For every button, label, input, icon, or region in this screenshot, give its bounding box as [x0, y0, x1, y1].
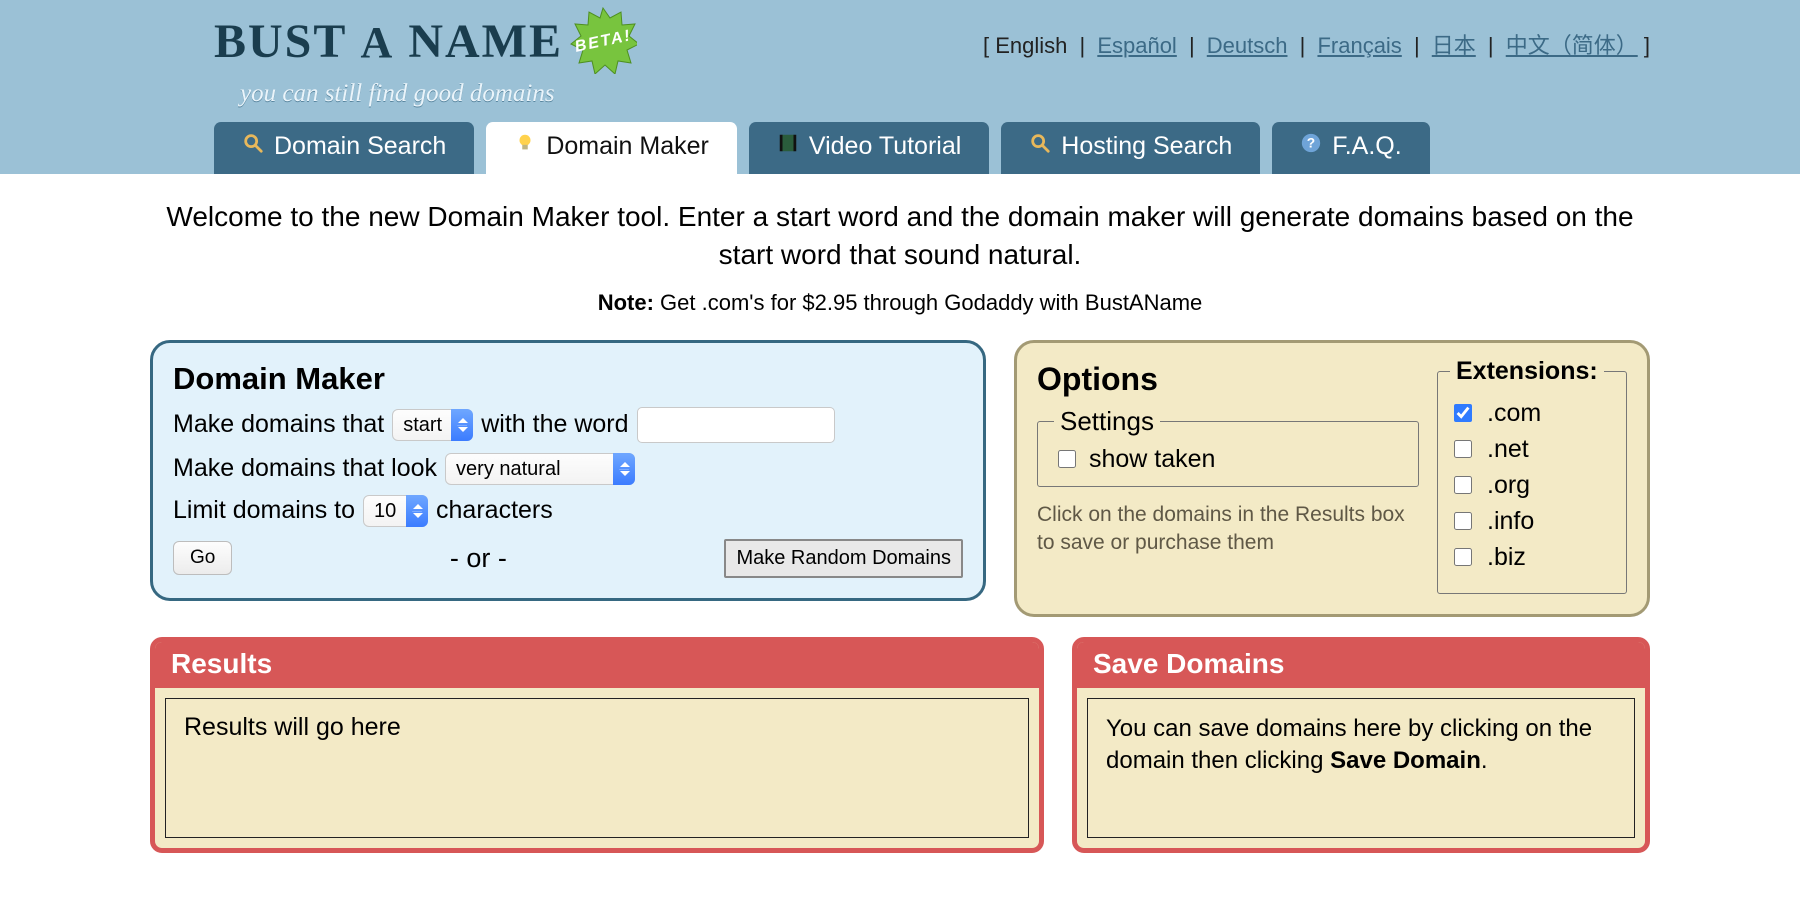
ext-biz[interactable]: .biz: [1450, 543, 1614, 572]
lang-bracket-close: ]: [1644, 33, 1650, 58]
note-text: Note: Get .com's for $2.95 through Godad…: [150, 290, 1650, 316]
tab-hosting-search[interactable]: Hosting Search: [1001, 122, 1260, 174]
length-select[interactable]: 10: [363, 495, 428, 527]
search-icon: [242, 132, 264, 161]
save-body: You can save domains here by clicking on…: [1087, 698, 1635, 838]
lang-link-zh[interactable]: 中文（简体）: [1506, 33, 1638, 58]
ext-info[interactable]: .info: [1450, 507, 1614, 536]
lang-link-jp[interactable]: 日本: [1432, 33, 1476, 58]
tab-label: Domain Search: [274, 132, 446, 161]
results-body: Results will go here: [165, 698, 1029, 838]
maker-heading: Domain Maker: [173, 361, 963, 397]
results-heading: Results: [155, 642, 1039, 688]
beta-badge-icon: BETA!: [569, 6, 637, 86]
ext-net[interactable]: .net: [1450, 435, 1614, 464]
tab-domain-search[interactable]: Domain Search: [214, 122, 474, 174]
ext-com-checkbox[interactable]: [1454, 404, 1472, 422]
lang-bracket-open: [: [983, 33, 995, 58]
save-domains-card: Save Domains You can save domains here b…: [1072, 637, 1650, 853]
film-icon: [777, 132, 799, 161]
intro-text: Welcome to the new Domain Maker tool. En…: [150, 198, 1650, 274]
help-icon: ?: [1300, 132, 1322, 161]
show-taken-row[interactable]: show taken: [1054, 445, 1402, 474]
tab-label: Hosting Search: [1061, 132, 1232, 161]
header: [ English | Español | Deutsch | Français…: [0, 0, 1800, 174]
lang-link-fr[interactable]: Français: [1317, 33, 1401, 58]
save-heading: Save Domains: [1077, 642, 1645, 688]
language-bar: [ English | Español | Deutsch | Français…: [983, 28, 1650, 60]
ext-org-checkbox[interactable]: [1454, 476, 1472, 494]
tab-label: Domain Maker: [546, 132, 709, 161]
lang-link-es[interactable]: Español: [1097, 33, 1177, 58]
position-select[interactable]: start: [392, 409, 473, 441]
results-card: Results Results will go here: [150, 637, 1044, 853]
bulb-icon: [514, 132, 536, 161]
ext-org[interactable]: .org: [1450, 471, 1614, 500]
logo-tagline: you can still find good domains: [214, 80, 1650, 108]
tab-domain-maker[interactable]: Domain Maker: [486, 122, 737, 174]
lang-link-de[interactable]: Deutsch: [1207, 33, 1288, 58]
make-random-button[interactable]: Make Random Domains: [724, 539, 963, 578]
show-taken-label: show taken: [1089, 445, 1215, 474]
settings-fieldset: Settings show taken: [1037, 406, 1419, 487]
ext-com[interactable]: .com: [1450, 399, 1614, 428]
extensions-fieldset: Extensions: .com .net .org .info .biz: [1437, 357, 1627, 594]
ext-info-checkbox[interactable]: [1454, 512, 1472, 530]
lang-current: English: [995, 33, 1067, 58]
word-input[interactable]: [637, 407, 835, 443]
tab-video-tutorial[interactable]: Video Tutorial: [749, 122, 989, 174]
svg-text:?: ?: [1307, 136, 1315, 151]
search-icon: [1029, 132, 1051, 161]
or-separator: - or -: [450, 543, 507, 574]
ext-net-checkbox[interactable]: [1454, 440, 1472, 458]
ext-biz-checkbox[interactable]: [1454, 548, 1472, 566]
show-taken-checkbox[interactable]: [1058, 450, 1076, 468]
go-button[interactable]: Go: [173, 541, 232, 575]
options-panel: Options Settings show taken Click on the…: [1014, 340, 1650, 617]
nav-tabs: Domain Search Domain Maker Video Tutoria…: [150, 122, 1650, 174]
tab-label: F.A.Q.: [1332, 132, 1401, 161]
settings-legend: Settings: [1054, 406, 1160, 437]
options-hint: Click on the domains in the Results box …: [1037, 501, 1419, 558]
tab-faq[interactable]: ? F.A.Q.: [1272, 122, 1429, 174]
extensions-legend: Extensions:: [1450, 357, 1604, 386]
naturalness-select[interactable]: very natural: [445, 453, 635, 485]
options-heading: Options: [1037, 361, 1419, 398]
domain-maker-panel: Domain Maker Make domains that start wit…: [150, 340, 986, 601]
tab-label: Video Tutorial: [809, 132, 961, 161]
